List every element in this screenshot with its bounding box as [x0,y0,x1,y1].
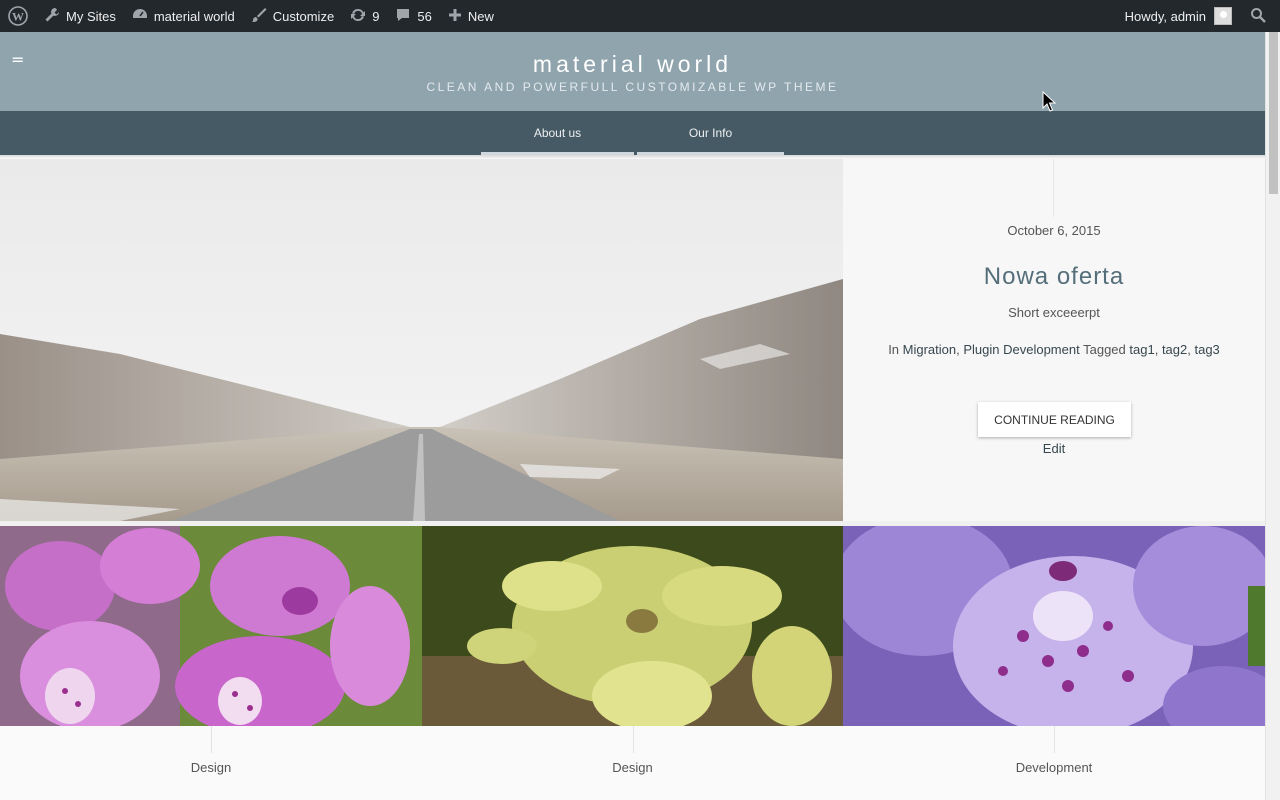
plus-icon [448,8,462,25]
comments-link[interactable]: 56 [387,0,439,32]
grid-post-image-2[interactable] [422,526,843,726]
howdy-label: Howdy, admin [1124,8,1206,24]
grid-divider-line [632,726,634,753]
continue-reading-button[interactable]: CONTINUE READING [978,402,1131,437]
dashboard-icon [132,7,148,26]
grid-post-image-3[interactable] [843,526,1265,726]
my-sites-menu[interactable]: My Sites [36,0,124,32]
comments-count: 56 [417,8,432,24]
featured-post-card: October 6, 2015 Nowa oferta Short exceee… [843,159,1265,521]
category-link-design[interactable]: Design [422,760,843,775]
post-excerpt: Short exceeerpt [1008,305,1100,320]
card-divider-line [1053,159,1054,217]
admin-bar-secondary: Howdy, admin [1117,0,1280,32]
category-link-migration[interactable]: Migration [903,342,956,357]
updates-count: 9 [372,8,380,24]
post-meta: In Migration, Plugin Development Tagged … [888,342,1220,357]
main-navigation: About us Our Info [0,111,1265,155]
site-tagline: CLEAN AND POWERFULL CUSTOMIZABLE WP THEM… [426,80,839,94]
avatar [1214,7,1232,25]
my-account-menu[interactable]: Howdy, admin [1117,0,1240,32]
comment-icon [395,7,411,26]
page-scrollbar[interactable] [1265,32,1280,800]
grid-item-2-meta: Design [422,726,843,800]
admin-bar: W My Sites material world Customize 9 56 [0,0,1280,32]
grid-divider-line [211,726,212,753]
category-link-plugin-development[interactable]: Plugin Development [963,342,1079,357]
updates-link[interactable]: 9 [342,0,387,32]
brush-icon [251,7,267,26]
new-label: New [467,8,494,24]
nav-item-our-info[interactable]: Our Info [637,111,784,155]
site-name-menu[interactable]: material world [124,0,243,32]
wordpress-logo-svg: W [8,6,28,26]
tag-link-tag2[interactable]: tag2 [1162,342,1187,357]
site-title[interactable]: material world [0,51,1265,78]
purple-orchid-image [843,526,1265,726]
search-toggle[interactable] [1240,0,1280,32]
wordpress-logo-icon[interactable]: W [0,0,36,32]
svg-text:W: W [12,10,24,24]
in-label: In [888,342,900,357]
grid-item-1-meta: Design [0,726,422,800]
site-header: = material world CLEAN AND POWERFULL CUS… [0,32,1265,111]
post-date[interactable]: October 6, 2015 [843,223,1265,238]
category-link-development[interactable]: Development [843,760,1265,775]
my-sites-label: My Sites [66,8,116,24]
featured-post-image[interactable] [0,159,843,521]
post-title[interactable]: Nowa oferta [843,263,1265,291]
tagged-label: Tagged [1083,342,1126,357]
road-landscape-image [0,159,843,521]
mouse-pointer-icon [1042,90,1057,118]
grid-item-3-meta: Development [843,726,1265,800]
category-link-design[interactable]: Design [0,760,422,775]
scrollbar-thumb[interactable] [1269,32,1278,194]
pink-orchid-image [0,526,422,726]
grid-divider-line [1054,726,1055,753]
tag-link-tag1[interactable]: tag1 [1129,342,1154,357]
grid-post-image-1[interactable] [0,526,422,726]
tag-link-tag3[interactable]: tag3 [1194,342,1219,357]
search-icon [1250,7,1266,26]
site-name-label: material world [153,8,235,24]
customize-label: Customize [272,8,335,24]
yellow-orchid-image [422,526,843,726]
refresh-icon [350,7,366,26]
wrench-icon [44,7,60,26]
customize-link[interactable]: Customize [243,0,342,32]
new-content-menu[interactable]: New [440,0,502,32]
nav-item-about-us[interactable]: About us [481,111,634,155]
edit-post-link[interactable]: Edit [843,441,1265,456]
